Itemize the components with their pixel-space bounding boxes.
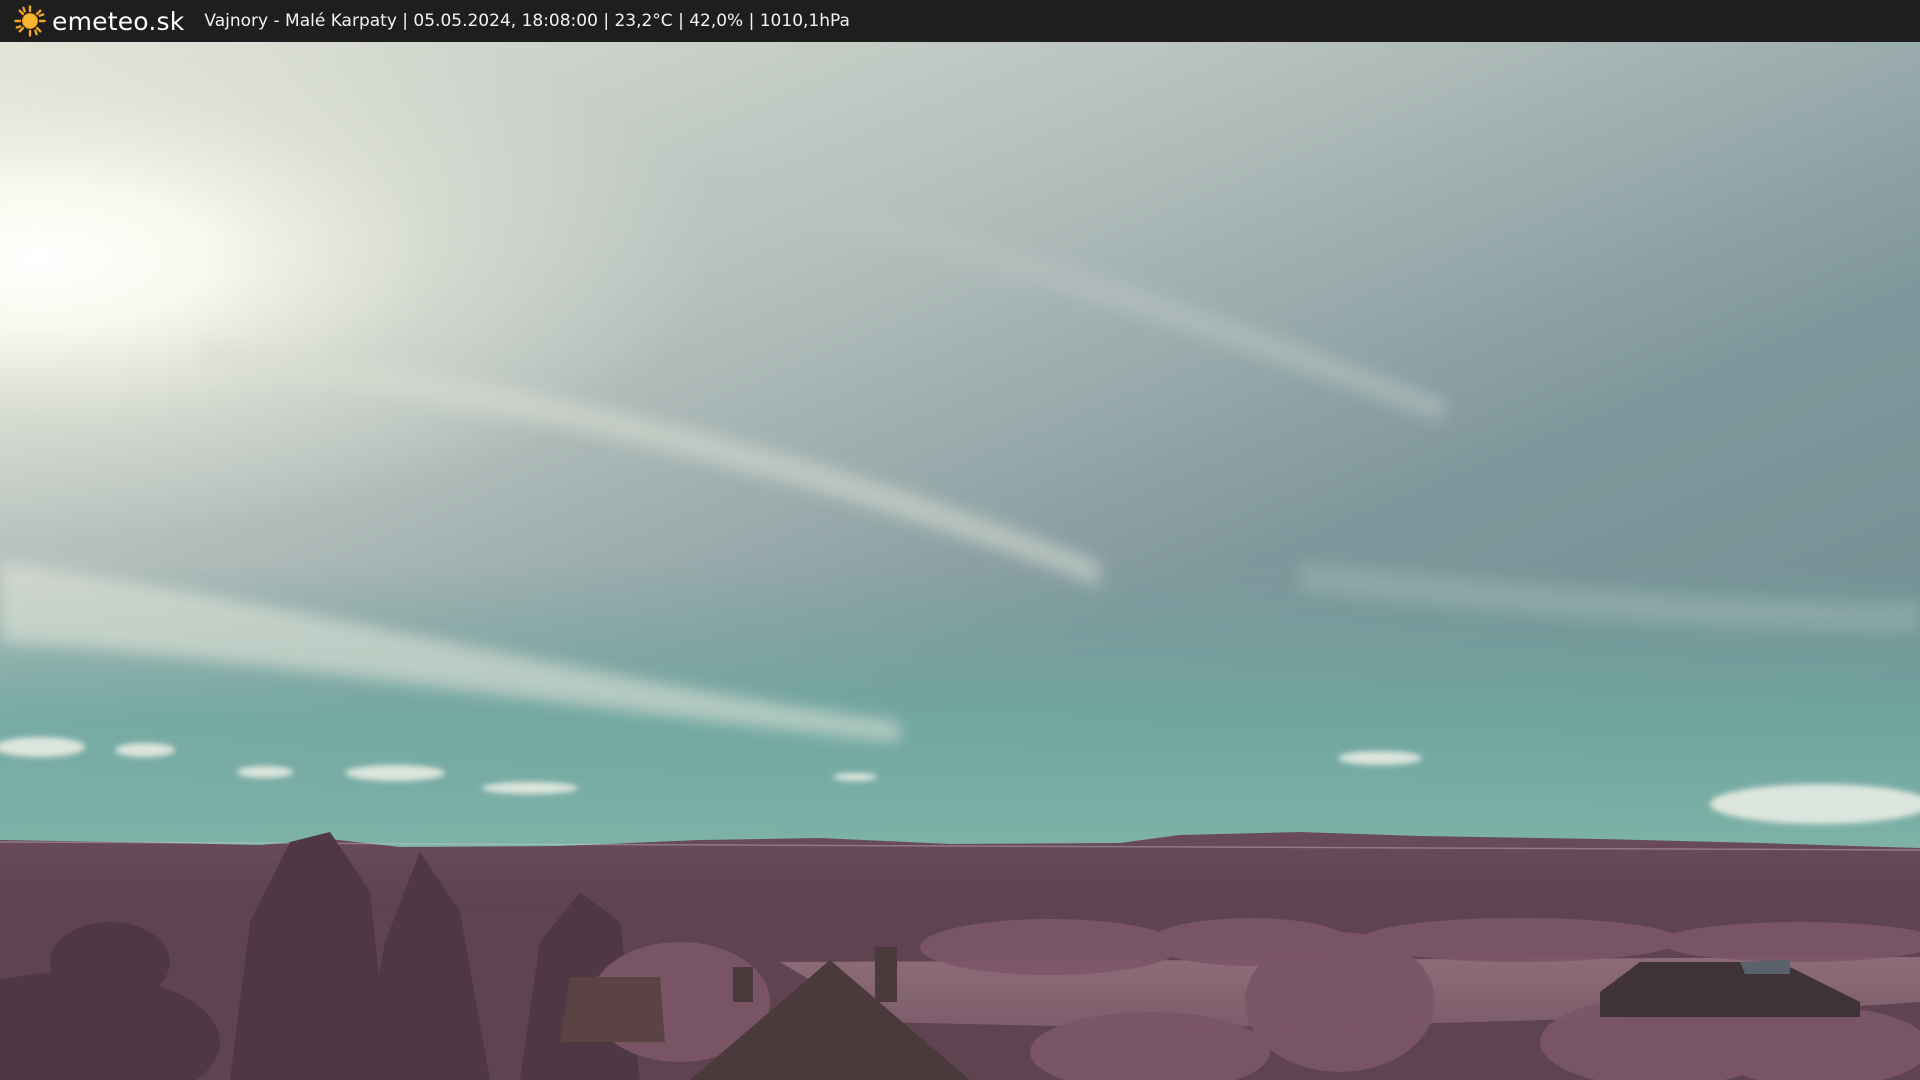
info-bar: emeteo.sk Vajnory - Malé Karpaty | 05.05… bbox=[0, 0, 1920, 42]
webcam-image bbox=[0, 42, 1920, 1080]
webcam-frame: emeteo.sk Vajnory - Malé Karpaty | 05.05… bbox=[0, 0, 1920, 1080]
station-caption: Vajnory - Malé Karpaty | 05.05.2024, 18:… bbox=[204, 11, 850, 31]
webcam-scene bbox=[0, 42, 1920, 1080]
sun-icon bbox=[14, 5, 46, 37]
emeteo-logo[interactable]: emeteo.sk bbox=[14, 5, 184, 37]
brand-name: emeteo.sk bbox=[52, 6, 185, 36]
